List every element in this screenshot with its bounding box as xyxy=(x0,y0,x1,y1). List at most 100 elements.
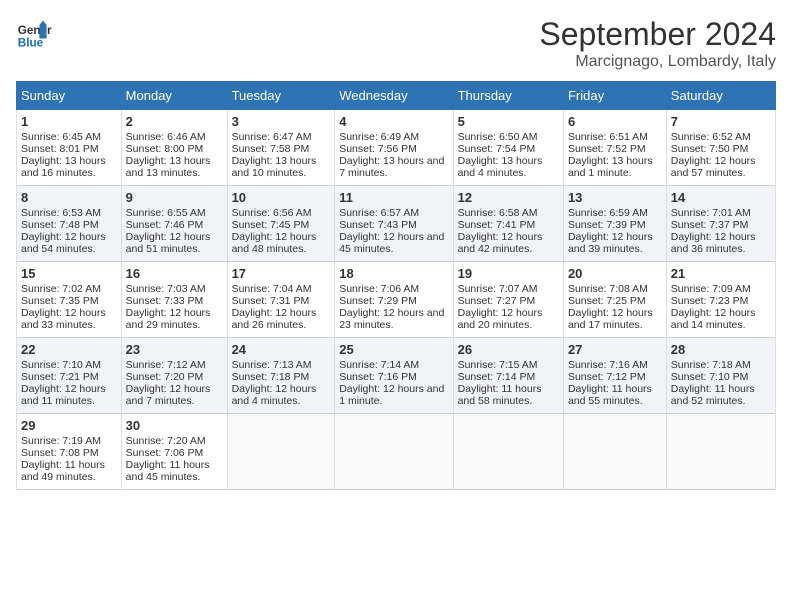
day-number: 22 xyxy=(21,342,117,357)
sunset-text: Sunset: 7:31 PM xyxy=(232,295,310,307)
sunrise-text: Sunrise: 6:46 AM xyxy=(126,131,206,143)
calendar-cell: 30Sunrise: 7:20 AMSunset: 7:06 PMDayligh… xyxy=(121,414,227,490)
calendar-cell: 8Sunrise: 6:53 AMSunset: 7:48 PMDaylight… xyxy=(17,186,122,262)
calendar-week-row: 8Sunrise: 6:53 AMSunset: 7:48 PMDaylight… xyxy=(17,186,776,262)
col-monday: Monday xyxy=(121,82,227,110)
sunrise-text: Sunrise: 6:45 AM xyxy=(21,131,101,143)
calendar-cell: 23Sunrise: 7:12 AMSunset: 7:20 PMDayligh… xyxy=(121,338,227,414)
calendar-cell: 6Sunrise: 6:51 AMSunset: 7:52 PMDaylight… xyxy=(563,110,666,186)
calendar-cell: 7Sunrise: 6:52 AMSunset: 7:50 PMDaylight… xyxy=(666,110,775,186)
day-number: 21 xyxy=(671,266,771,281)
calendar-cell: 10Sunrise: 6:56 AMSunset: 7:45 PMDayligh… xyxy=(227,186,335,262)
calendar-cell: 17Sunrise: 7:04 AMSunset: 7:31 PMDayligh… xyxy=(227,262,335,338)
day-number: 13 xyxy=(568,190,662,205)
sunrise-text: Sunrise: 7:18 AM xyxy=(671,359,751,371)
sunset-text: Sunset: 7:12 PM xyxy=(568,371,646,383)
calendar-week-row: 29Sunrise: 7:19 AMSunset: 7:08 PMDayligh… xyxy=(17,414,776,490)
daylight-text: Daylight: 11 hours and 55 minutes. xyxy=(568,383,652,407)
col-friday: Friday xyxy=(563,82,666,110)
day-number: 16 xyxy=(126,266,223,281)
sunrise-text: Sunrise: 6:56 AM xyxy=(232,207,312,219)
sunset-text: Sunset: 8:01 PM xyxy=(21,143,99,155)
col-sunday: Sunday xyxy=(17,82,122,110)
calendar-cell: 22Sunrise: 7:10 AMSunset: 7:21 PMDayligh… xyxy=(17,338,122,414)
day-number: 9 xyxy=(126,190,223,205)
daylight-text: Daylight: 12 hours and 23 minutes. xyxy=(339,307,444,331)
calendar-cell xyxy=(335,414,453,490)
sunset-text: Sunset: 7:48 PM xyxy=(21,219,99,231)
calendar-cell: 29Sunrise: 7:19 AMSunset: 7:08 PMDayligh… xyxy=(17,414,122,490)
daylight-text: Daylight: 12 hours and 4 minutes. xyxy=(232,383,317,407)
daylight-text: Daylight: 12 hours and 51 minutes. xyxy=(126,231,211,255)
calendar-cell: 16Sunrise: 7:03 AMSunset: 7:33 PMDayligh… xyxy=(121,262,227,338)
sunset-text: Sunset: 7:20 PM xyxy=(126,371,204,383)
sunset-text: Sunset: 7:27 PM xyxy=(458,295,536,307)
day-number: 12 xyxy=(458,190,559,205)
sunrise-text: Sunrise: 6:52 AM xyxy=(671,131,751,143)
day-number: 11 xyxy=(339,190,448,205)
subtitle: Marcignago, Lombardy, Italy xyxy=(539,53,776,71)
col-wednesday: Wednesday xyxy=(335,82,453,110)
sunset-text: Sunset: 7:16 PM xyxy=(339,371,417,383)
day-number: 25 xyxy=(339,342,448,357)
day-number: 27 xyxy=(568,342,662,357)
day-number: 2 xyxy=(126,114,223,129)
day-number: 15 xyxy=(21,266,117,281)
day-number: 26 xyxy=(458,342,559,357)
calendar-cell xyxy=(227,414,335,490)
sunrise-text: Sunrise: 7:09 AM xyxy=(671,283,751,295)
daylight-text: Daylight: 13 hours and 4 minutes. xyxy=(458,155,543,179)
sunrise-text: Sunrise: 7:08 AM xyxy=(568,283,648,295)
calendar-cell: 1 Sunrise: 6:45 AMSunset: 8:01 PMDaylight… xyxy=(17,110,122,186)
daylight-text: Daylight: 12 hours and 14 minutes. xyxy=(671,307,756,331)
col-saturday: Saturday xyxy=(666,82,775,110)
calendar-cell: 4Sunrise: 6:49 AMSunset: 7:56 PMDaylight… xyxy=(335,110,453,186)
sunrise-text: Sunrise: 7:16 AM xyxy=(568,359,648,371)
sunrise-text: Sunrise: 7:13 AM xyxy=(232,359,312,371)
daylight-text: Daylight: 12 hours and 17 minutes. xyxy=(568,307,653,331)
daylight-text: Daylight: 12 hours and 54 minutes. xyxy=(21,231,106,255)
sunset-text: Sunset: 7:43 PM xyxy=(339,219,417,231)
title-area: September 2024 Marcignago, Lombardy, Ita… xyxy=(539,16,776,71)
sunset-text: Sunset: 7:10 PM xyxy=(671,371,749,383)
sunset-text: Sunset: 7:33 PM xyxy=(126,295,204,307)
sunset-text: Sunset: 7:18 PM xyxy=(232,371,310,383)
sunrise-text: Sunrise: 6:47 AM xyxy=(232,131,312,143)
logo: General Blue xyxy=(16,16,52,52)
calendar-cell: 12Sunrise: 6:58 AMSunset: 7:41 PMDayligh… xyxy=(453,186,563,262)
daylight-text: Daylight: 12 hours and 11 minutes. xyxy=(21,383,106,407)
calendar-table: Sunday Monday Tuesday Wednesday Thursday… xyxy=(16,81,776,490)
sunset-text: Sunset: 7:45 PM xyxy=(232,219,310,231)
daylight-text: Daylight: 12 hours and 29 minutes. xyxy=(126,307,211,331)
daylight-text: Daylight: 12 hours and 42 minutes. xyxy=(458,231,543,255)
daylight-text: Daylight: 13 hours and 16 minutes. xyxy=(21,155,106,179)
calendar-cell: 11Sunrise: 6:57 AMSunset: 7:43 PMDayligh… xyxy=(335,186,453,262)
calendar-cell: 15Sunrise: 7:02 AMSunset: 7:35 PMDayligh… xyxy=(17,262,122,338)
daylight-text: Daylight: 12 hours and 7 minutes. xyxy=(126,383,211,407)
sunset-text: Sunset: 8:00 PM xyxy=(126,143,204,155)
calendar-cell: 25Sunrise: 7:14 AMSunset: 7:16 PMDayligh… xyxy=(335,338,453,414)
daylight-text: Daylight: 13 hours and 13 minutes. xyxy=(126,155,211,179)
sunset-text: Sunset: 7:52 PM xyxy=(568,143,646,155)
calendar-cell: 9Sunrise: 6:55 AMSunset: 7:46 PMDaylight… xyxy=(121,186,227,262)
calendar-cell: 14Sunrise: 7:01 AMSunset: 7:37 PMDayligh… xyxy=(666,186,775,262)
sunset-text: Sunset: 7:29 PM xyxy=(339,295,417,307)
calendar-week-row: 22Sunrise: 7:10 AMSunset: 7:21 PMDayligh… xyxy=(17,338,776,414)
sunset-text: Sunset: 7:54 PM xyxy=(458,143,536,155)
sunset-text: Sunset: 7:56 PM xyxy=(339,143,417,155)
sunrise-text: Sunrise: 7:01 AM xyxy=(671,207,751,219)
sunrise-text: Sunrise: 7:04 AM xyxy=(232,283,312,295)
calendar-cell: 5Sunrise: 6:50 AMSunset: 7:54 PMDaylight… xyxy=(453,110,563,186)
sunset-text: Sunset: 7:21 PM xyxy=(21,371,99,383)
daylight-text: Daylight: 13 hours and 10 minutes. xyxy=(232,155,317,179)
daylight-text: Daylight: 12 hours and 20 minutes. xyxy=(458,307,543,331)
sunrise-text: Sunrise: 7:02 AM xyxy=(21,283,101,295)
sunrise-text: Sunrise: 7:15 AM xyxy=(458,359,538,371)
sunset-text: Sunset: 7:37 PM xyxy=(671,219,749,231)
day-number: 1 xyxy=(21,114,117,129)
calendar-week-row: 15Sunrise: 7:02 AMSunset: 7:35 PMDayligh… xyxy=(17,262,776,338)
day-number: 24 xyxy=(232,342,331,357)
main-title: September 2024 xyxy=(539,16,776,53)
sunset-text: Sunset: 7:39 PM xyxy=(568,219,646,231)
sunrise-text: Sunrise: 6:50 AM xyxy=(458,131,538,143)
